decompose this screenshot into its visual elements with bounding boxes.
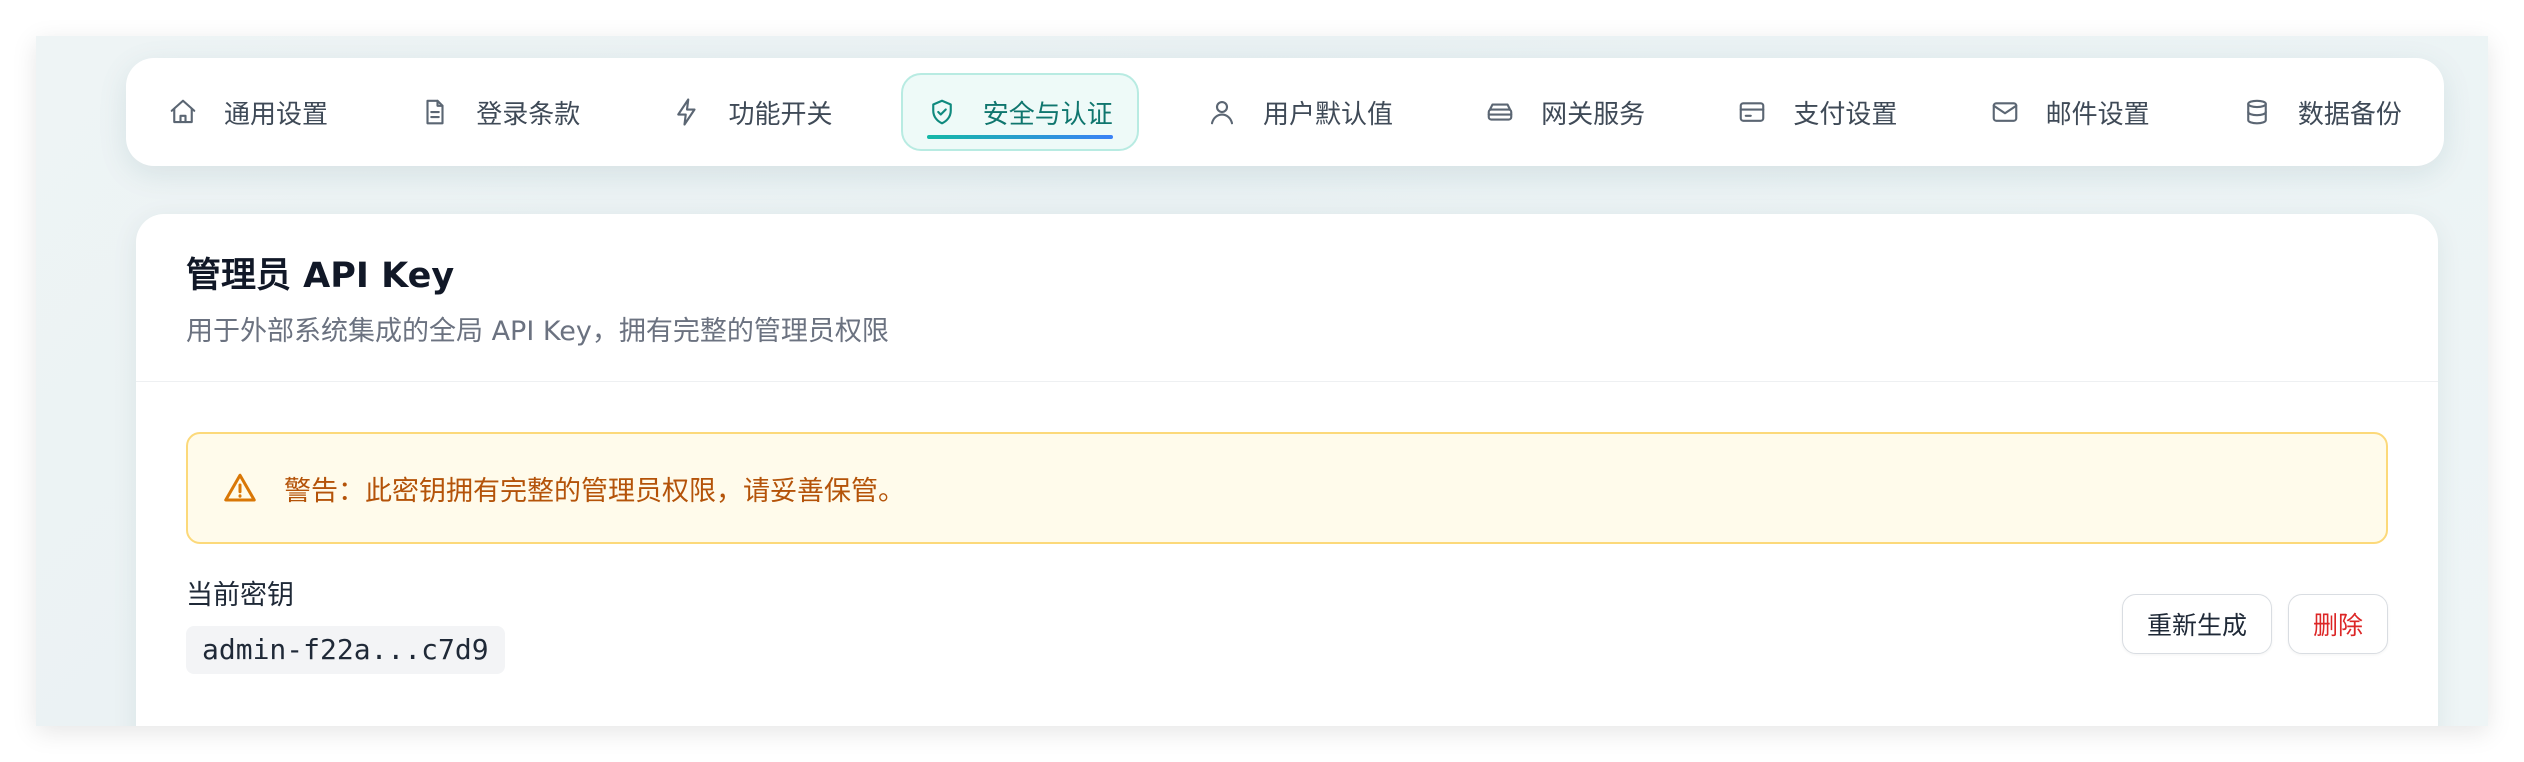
tab-general[interactable]: 通用设置	[144, 73, 352, 151]
tab-label: 登录条款	[476, 99, 581, 130]
tab-label: 安全与认证	[982, 99, 1113, 130]
card-description: 用于外部系统集成的全局 API Key，拥有完整的管理员权限	[186, 316, 889, 347]
tab-payment-settings[interactable]: 支付设置	[1713, 73, 1921, 151]
shield-check-icon	[927, 97, 957, 127]
warning-banner: 警告：此密钥拥有完整的管理员权限，请妥善保管。	[186, 432, 2388, 544]
card-title: 管理员 API Key	[186, 256, 455, 296]
server-icon	[1485, 97, 1515, 127]
tab-label: 支付设置	[1793, 99, 1898, 130]
document-icon	[420, 97, 450, 127]
lightning-icon	[672, 97, 702, 127]
tab-label: 数据备份	[2297, 99, 2402, 130]
tab-feature-flags[interactable]: 功能开关	[648, 73, 856, 151]
tab-label: 网关服务	[1541, 99, 1646, 130]
card-header: 管理员 API Key 用于外部系统集成的全局 API Key，拥有完整的管理员…	[136, 214, 2438, 382]
tab-login-terms[interactable]: 登录条款	[396, 73, 604, 151]
tab-mail-settings[interactable]: 邮件设置	[1966, 73, 2174, 151]
regenerate-button[interactable]: 重新生成	[2121, 594, 2272, 654]
credit-card-icon	[1737, 97, 1767, 127]
home-icon	[168, 97, 198, 127]
key-actions: 重新生成 删除	[2121, 594, 2388, 654]
app-window: 通用设置 登录条款 功能开关 安全与认证 用户默认值 网关服务 支付设置 邮件设…	[36, 36, 2488, 726]
current-key-label: 当前密钥	[186, 580, 294, 611]
delete-button[interactable]: 删除	[2287, 594, 2388, 654]
settings-tab-bar: 通用设置 登录条款 功能开关 安全与认证 用户默认值 网关服务 支付设置 邮件设…	[126, 58, 2444, 166]
admin-api-key-card: 管理员 API Key 用于外部系统集成的全局 API Key，拥有完整的管理员…	[136, 214, 2438, 726]
tab-label: 通用设置	[224, 99, 329, 130]
tab-user-defaults[interactable]: 用户默认值	[1183, 73, 1417, 151]
tab-label: 邮件设置	[2045, 99, 2150, 130]
database-icon	[2242, 97, 2272, 127]
tab-data-backup[interactable]: 数据备份	[2218, 73, 2426, 151]
warning-triangle-icon	[222, 470, 258, 506]
user-icon	[1207, 97, 1237, 127]
tab-label: 用户默认值	[1262, 99, 1393, 130]
warning-text: 警告：此密钥拥有完整的管理员权限，请妥善保管。	[284, 475, 905, 507]
current-key-section: 当前密钥 admin-f22a...c7d9	[186, 576, 505, 674]
tab-gateway-service[interactable]: 网关服务	[1461, 73, 1669, 151]
tab-security-auth[interactable]: 安全与认证	[900, 73, 1139, 151]
mail-icon	[1990, 97, 2020, 127]
tab-label: 功能开关	[728, 99, 833, 130]
current-key-value: admin-f22a...c7d9	[186, 626, 505, 674]
